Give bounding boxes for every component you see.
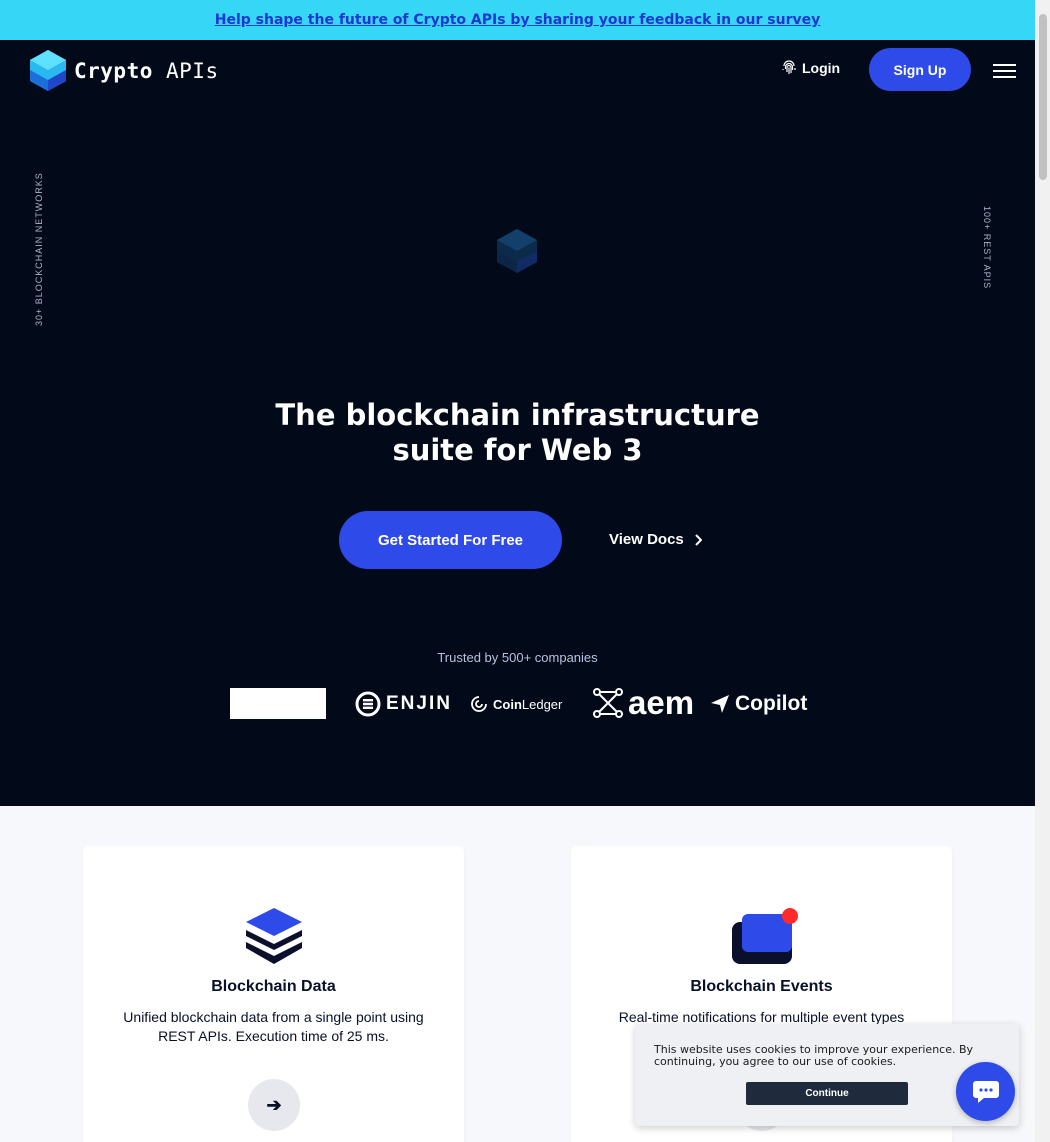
enjin-logo-text: ENJIN — [386, 693, 452, 714]
login-link[interactable]: Login — [781, 60, 840, 76]
logo-text-main: Crypto — [74, 58, 153, 83]
survey-banner: Help shape the future of Crypto APIs by … — [0, 0, 1035, 40]
logo-text-suffix: APIs — [166, 58, 219, 83]
enjin-mark-icon — [355, 691, 381, 717]
coinledger-text-bold: Coin — [493, 696, 522, 712]
card-title: Blockchain Data — [211, 978, 336, 995]
arrow-right-icon[interactable]: ➔ — [248, 1079, 300, 1131]
chevron-right-icon — [695, 533, 702, 546]
hero-title-line-2: suite for Web 3 — [392, 433, 643, 467]
scrollbar-thumb[interactable] — [1039, 14, 1047, 180]
copilot-logo: Copilot — [710, 692, 807, 716]
hero-title: The blockchain infrastructure suite for … — [250, 398, 785, 468]
signup-button[interactable]: Sign Up — [869, 48, 971, 91]
fingerprint-icon — [782, 60, 796, 74]
hero-logo-mark-icon — [497, 229, 537, 273]
get-started-button[interactable]: Get Started For Free — [339, 511, 562, 569]
aem-network-icon — [593, 688, 623, 718]
view-docs-label: View Docs — [609, 531, 684, 548]
site-logo[interactable]: Crypto APIs — [30, 50, 219, 91]
survey-link[interactable]: Help shape the future of Crypto APIs by … — [215, 12, 821, 28]
card-description: Unified blockchain data from a single po… — [123, 1009, 424, 1044]
apis-side-label: 100+ REST APIS — [982, 206, 992, 290]
chat-bubble-icon — [972, 1080, 999, 1103]
cookie-notice-text: This website uses cookies to improve you… — [654, 1043, 974, 1068]
hamburger-menu-icon[interactable] — [993, 64, 1016, 80]
chat-widget-button[interactable] — [956, 1062, 1015, 1121]
networks-side-label: 30+ BLOCKCHAIN NETWORKS — [34, 172, 44, 326]
view-docs-link[interactable]: View Docs — [609, 531, 702, 548]
copilot-logo-text: Copilot — [735, 692, 808, 715]
blockchain-data-card[interactable]: Blockchain Data Unified blockchain data … — [83, 846, 464, 1142]
crypto-apis-logo-icon — [30, 50, 66, 91]
vertical-scrollbar[interactable] — [1035, 0, 1050, 1142]
aem-logo-text: aem — [628, 684, 695, 721]
coinledger-logo: CoinLedger — [470, 695, 562, 713]
paper-plane-icon — [711, 695, 729, 713]
login-label: Login — [802, 60, 841, 76]
page: Help shape the future of Crypto APIs by … — [0, 0, 1035, 1142]
hero-title-line-1: The blockchain infrastructure — [275, 398, 760, 432]
enjin-logo: ENJIN — [355, 691, 452, 717]
partner-logos: ENJIN CoinLedger aem Copilot — [230, 686, 810, 722]
stacked-layers-icon — [246, 908, 302, 964]
trusted-by-label: Trusted by 500+ companies — [437, 650, 598, 665]
aem-logo: aem — [593, 684, 695, 721]
card-title: Blockchain Events — [690, 978, 833, 995]
cookie-continue-button[interactable]: Continue — [746, 1082, 908, 1105]
partner-logo-placeholder — [230, 688, 326, 719]
coinledger-text-rest: Ledger — [521, 696, 563, 712]
notification-window-icon — [732, 908, 798, 964]
coinledger-mark-icon — [471, 696, 487, 712]
